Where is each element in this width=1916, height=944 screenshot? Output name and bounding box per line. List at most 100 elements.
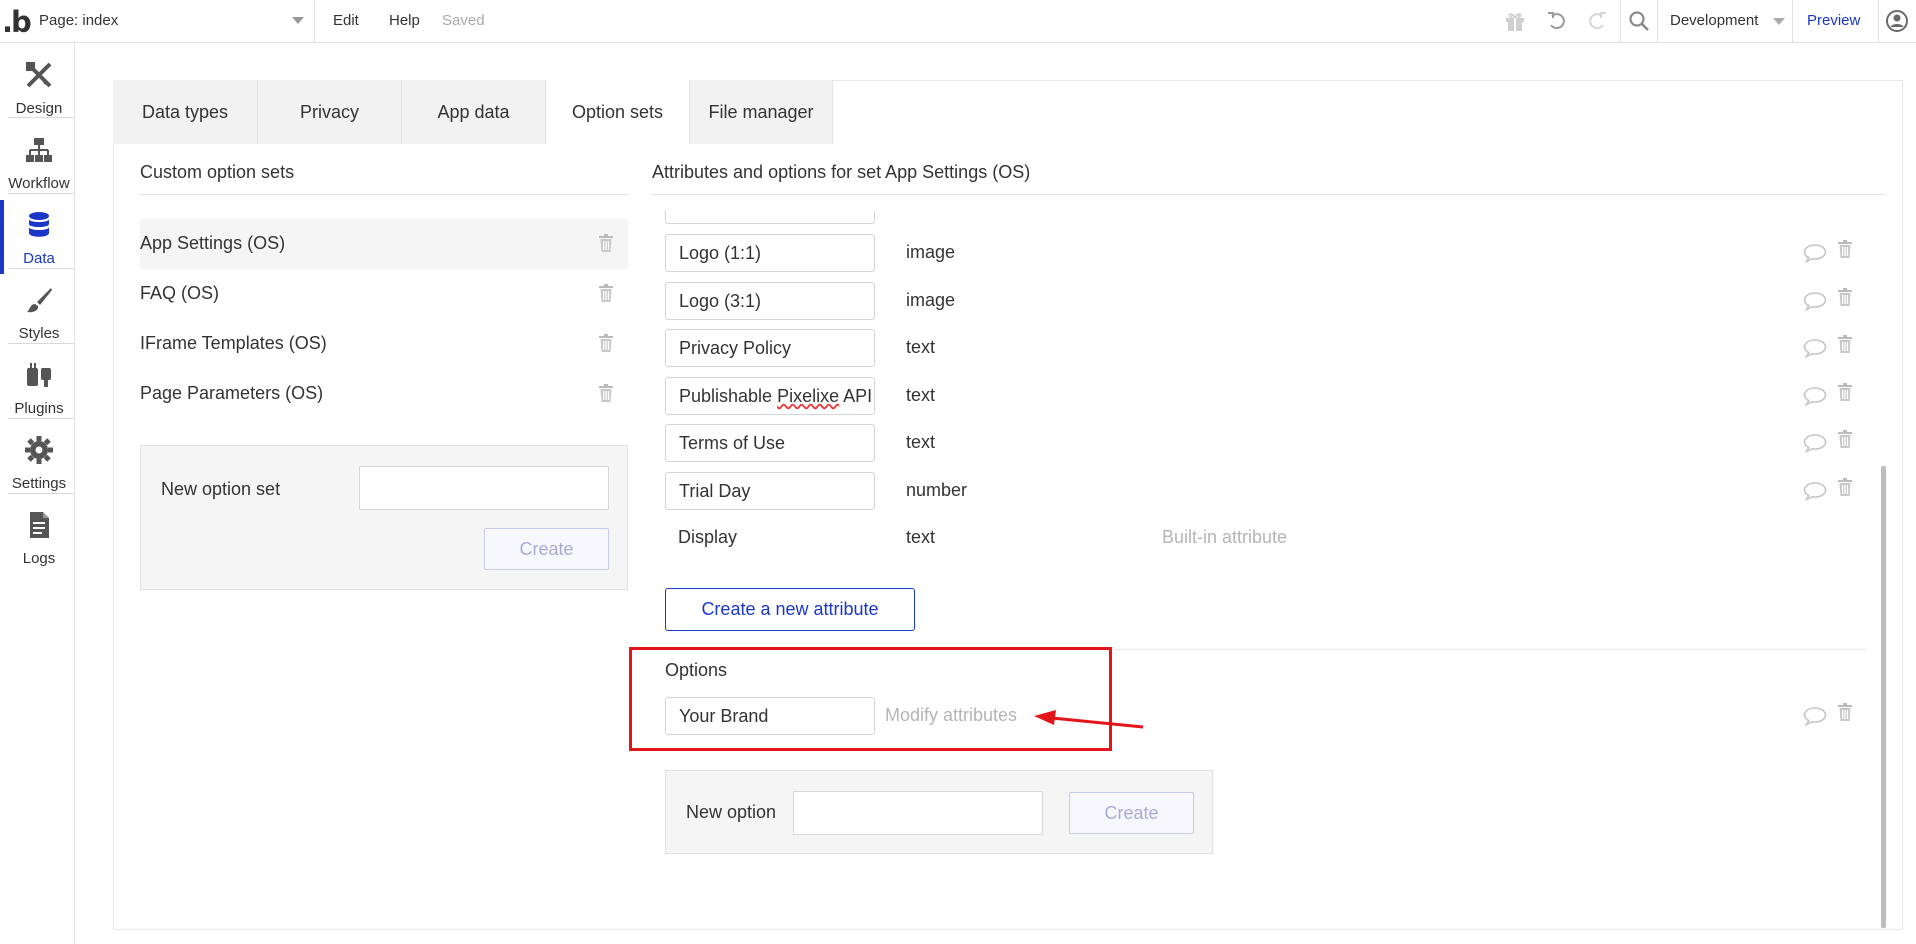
option-set-item[interactable]: FAQ (OS) (140, 269, 628, 319)
divider (652, 194, 1885, 195)
attributes-title: Attributes and options for set App Setti… (652, 162, 1031, 182)
create-option-button[interactable]: Create (1069, 792, 1194, 834)
attribute-name-field[interactable]: Privacy Policy (665, 329, 875, 367)
comment-icon[interactable] (1803, 338, 1827, 363)
trash-icon[interactable] (1837, 240, 1853, 263)
divider (8, 117, 74, 118)
sidebar-item-logs[interactable]: Logs (0, 500, 74, 574)
attribute-row: Logo (3:1) image (665, 282, 1875, 322)
option-set-item[interactable]: IFrame Templates (OS) (140, 319, 628, 369)
trash-icon[interactable] (598, 234, 614, 257)
trash-icon[interactable] (598, 384, 614, 407)
attribute-name-field[interactable]: Logo (1:1) (665, 234, 875, 272)
environment-selector[interactable]: Development (1670, 12, 1758, 29)
new-option-set-label: New option set (161, 479, 281, 499)
option-set-name: FAQ (OS) (140, 283, 220, 303)
gift-icon[interactable] (1503, 9, 1527, 33)
document-icon (30, 512, 49, 538)
trash-icon[interactable] (1837, 478, 1853, 501)
divider (1878, 0, 1879, 42)
divider (140, 194, 628, 195)
divider (1657, 0, 1658, 42)
sidebar-label: Design (15, 100, 63, 117)
page-selector-label: Page: index (39, 12, 119, 29)
divider (8, 493, 74, 494)
undo-icon[interactable] (1545, 9, 1569, 33)
custom-option-sets-title: Custom option sets (140, 162, 295, 182)
divider (8, 343, 74, 344)
sidebar-item-plugins[interactable]: Plugins (0, 350, 74, 424)
sidebar-item-data[interactable]: Data (0, 200, 74, 274)
trash-icon[interactable] (598, 334, 614, 357)
attribute-name-field[interactable]: Terms of Use (665, 424, 875, 462)
attribute-name: Display (665, 519, 875, 557)
menu-help[interactable]: Help (389, 12, 420, 29)
menu-edit[interactable]: Edit (333, 12, 359, 29)
annotation-arrow-icon (1034, 710, 1144, 729)
comment-icon[interactable] (1803, 706, 1827, 731)
attribute-name-field[interactable] (665, 210, 875, 224)
preview-link[interactable]: Preview (1807, 12, 1860, 29)
create-attribute-button[interactable]: Create a new attribute (665, 588, 915, 631)
page-selector[interactable]: Page: index (33, 0, 315, 42)
attribute-type: text (906, 432, 936, 452)
tab-option-sets[interactable]: Option sets (546, 80, 690, 144)
new-option-set-form: New option set Create (140, 445, 628, 590)
option-set-item[interactable]: Page Parameters (OS) (140, 369, 628, 419)
divider (1792, 0, 1793, 42)
redo-icon[interactable] (1585, 9, 1609, 33)
sidebar: Design Workflow Data Styles Plugins Sett… (0, 43, 75, 944)
brush-icon (27, 288, 52, 313)
divider (1620, 0, 1621, 42)
tab-privacy[interactable]: Privacy (258, 80, 402, 144)
account-icon[interactable] (1885, 9, 1909, 33)
attribute-row: Privacy Policy text (665, 329, 1875, 369)
comment-icon[interactable] (1803, 481, 1827, 506)
tab-file-manager[interactable]: File manager (690, 80, 833, 144)
sidebar-label: Data (23, 250, 55, 267)
attribute-row: Publishable Pixelixe API text (665, 377, 1875, 417)
bubble-logo[interactable]: .b (2, 5, 32, 39)
sidebar-label: Plugins (14, 400, 64, 417)
sidebar-item-design[interactable]: Design (0, 50, 74, 124)
comment-icon[interactable] (1803, 433, 1827, 458)
search-icon[interactable] (1627, 9, 1651, 33)
new-option-input[interactable] (793, 791, 1043, 835)
trash-icon[interactable] (1837, 288, 1853, 311)
attribute-row: Logo (1:1) image (665, 234, 1875, 274)
comment-icon[interactable] (1803, 291, 1827, 316)
create-option-set-button[interactable]: Create (484, 528, 609, 570)
trash-icon[interactable] (1837, 383, 1853, 406)
attribute-type: text (906, 337, 936, 357)
new-option-set-input[interactable] (359, 466, 609, 510)
option-set-item[interactable]: App Settings (OS) (140, 219, 628, 269)
trash-icon[interactable] (1837, 430, 1853, 453)
attribute-name-field[interactable]: Publishable Pixelixe API (665, 377, 875, 415)
tab-data-types[interactable]: Data types (113, 80, 258, 144)
attribute-name-field[interactable]: Trial Day (665, 472, 875, 510)
sidebar-item-workflow[interactable]: Workflow (0, 125, 74, 199)
trash-icon[interactable] (1837, 703, 1853, 726)
builtin-attribute-note: Built-in attribute (1162, 527, 1288, 547)
comment-icon[interactable] (1803, 243, 1827, 268)
attribute-name-field[interactable]: Logo (3:1) (665, 282, 875, 320)
sidebar-item-styles[interactable]: Styles (0, 275, 74, 349)
comment-icon[interactable] (1803, 386, 1827, 411)
trash-icon[interactable] (1837, 335, 1853, 358)
top-bar: .b Page: index Edit Help Saved Developme… (0, 0, 1916, 43)
divider (8, 193, 74, 194)
sidebar-item-settings[interactable]: Settings (0, 425, 74, 499)
chevron-down-icon (292, 17, 304, 24)
database-icon (29, 212, 49, 237)
option-set-name: IFrame Templates (OS) (140, 333, 327, 353)
workflow-icon (26, 138, 52, 162)
attribute-type: number (906, 480, 968, 500)
attribute-name-text: Publishable Pixelixe API (679, 386, 873, 406)
sidebar-label: Styles (18, 325, 60, 342)
tab-app-data[interactable]: App data (402, 80, 546, 144)
trash-icon[interactable] (598, 284, 614, 307)
spellcheck-underline: Pixelixe (777, 386, 840, 406)
scrollbar[interactable] (1881, 466, 1886, 928)
annotation-highlight-box (629, 647, 1112, 751)
sidebar-label: Logs (22, 550, 56, 567)
